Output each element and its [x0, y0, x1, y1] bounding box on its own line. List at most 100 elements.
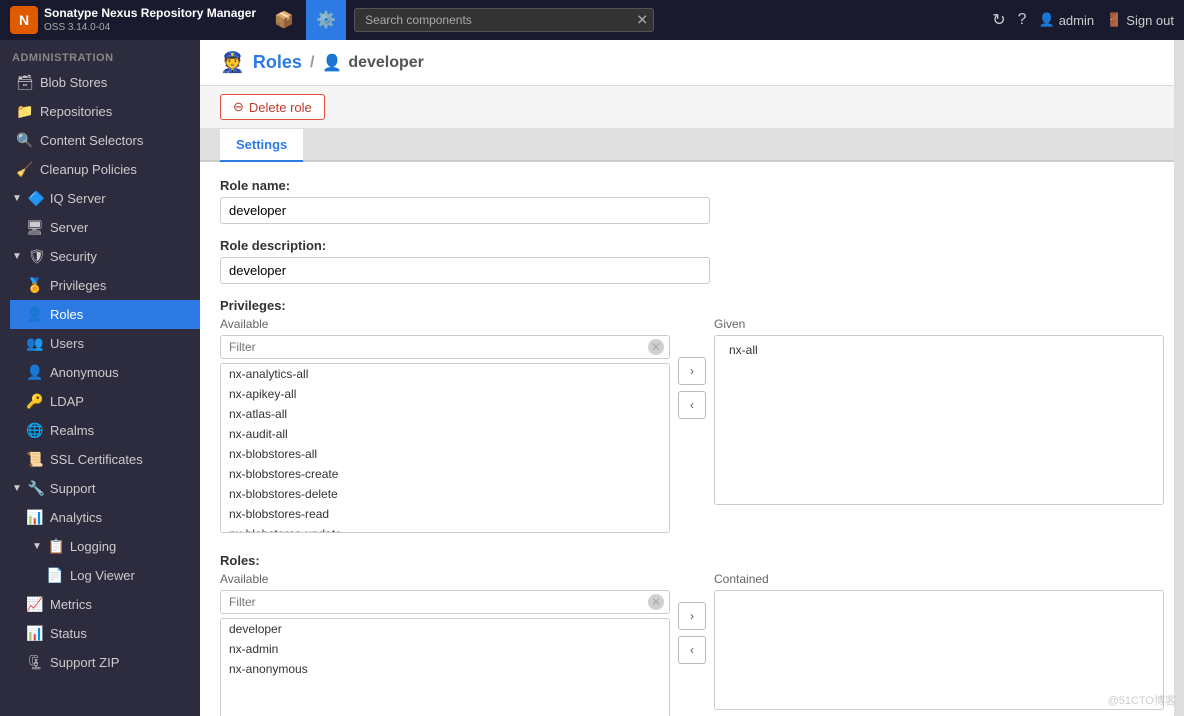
- sidebar-item-blob-stores[interactable]: 🗃 Blob Stores: [0, 68, 200, 97]
- list-item[interactable]: nx-admin: [221, 639, 669, 659]
- sidebar-group-label: Security: [50, 249, 97, 264]
- privileges-move-left-button[interactable]: ‹: [678, 391, 706, 419]
- user-menu[interactable]: 👤 admin: [1039, 12, 1095, 28]
- list-item[interactable]: nx-atlas-all: [221, 404, 669, 424]
- list-item[interactable]: nx-audit-all: [221, 424, 669, 444]
- breadcrumb-current: 👤 developer: [322, 53, 424, 73]
- sidebar-item-label: Blob Stores: [40, 75, 107, 90]
- roles-filter-clear-icon[interactable]: ✕: [648, 594, 664, 610]
- sidebar-item-label: Server: [50, 220, 88, 235]
- search-input[interactable]: [354, 8, 654, 32]
- sidebar-item-label: Log Viewer: [70, 568, 135, 583]
- roles-filter-input[interactable]: [220, 590, 670, 614]
- form-content: Role name: Role description: Privileges:…: [200, 162, 1184, 716]
- roles-contained-label: Contained: [714, 572, 1164, 586]
- sidebar-item-anonymous[interactable]: 👤 Anonymous: [10, 358, 200, 387]
- roles-section-label: Roles:: [220, 553, 1164, 568]
- list-item[interactable]: nx-analytics-all: [221, 364, 669, 384]
- role-description-group: Role description:: [220, 238, 1164, 284]
- sidebar-item-analytics[interactable]: 📊 Analytics: [10, 503, 200, 532]
- roles-move-left-button[interactable]: ‹: [678, 636, 706, 664]
- sidebar-item-log-viewer[interactable]: 📄 Log Viewer: [30, 561, 200, 590]
- sidebar-item-metrics[interactable]: 📈 Metrics: [10, 590, 200, 619]
- sidebar-item-label: Cleanup Policies: [40, 162, 137, 177]
- refresh-icon[interactable]: ↻: [992, 10, 1005, 30]
- list-item[interactable]: nx-blobstores-read: [221, 504, 669, 524]
- admin-nav-btn[interactable]: ⚙️: [306, 0, 346, 40]
- ldap-icon: 🔑: [26, 393, 42, 410]
- user-icon: 👤: [1039, 12, 1055, 28]
- help-icon[interactable]: ?: [1018, 11, 1027, 29]
- list-item[interactable]: nx-blobstores-delete: [221, 484, 669, 504]
- topbar-right: ↻ ? 👤 admin 🚪 Sign out: [992, 10, 1174, 30]
- privileges-available-box: Available ✕ nx-analytics-all nx-apikey-a…: [220, 317, 670, 533]
- sidebar-item-ldap[interactable]: 🔑 LDAP: [10, 387, 200, 416]
- sidebar-item-content-selectors[interactable]: 🔍 Content Selectors: [0, 126, 200, 155]
- sidebar-group-label: Support: [50, 481, 96, 496]
- sidebar-group-security[interactable]: ▼ 🛡 Security: [0, 242, 200, 271]
- sidebar-item-roles[interactable]: 👤 Roles: [10, 300, 200, 329]
- privileges-icon: 🏅: [26, 277, 42, 294]
- role-name-input[interactable]: [220, 197, 710, 224]
- role-name-label: Role name:: [220, 178, 1164, 193]
- browse-nav-btn[interactable]: 📦: [264, 0, 304, 40]
- app-logo: N Sonatype Nexus Repository Manager OSS …: [10, 6, 256, 35]
- sidebar-group-iq-server[interactable]: ▼ 🔷 IQ Server: [0, 184, 200, 213]
- sidebar-group-support[interactable]: ▼ 🔧 Support: [0, 474, 200, 503]
- privileges-move-right-button[interactable]: ›: [678, 357, 706, 385]
- cleanup-icon: 🧹: [16, 161, 32, 178]
- sidebar-item-label: Privileges: [50, 278, 106, 293]
- list-item[interactable]: developer: [221, 619, 669, 639]
- sidebar-item-server[interactable]: 🖥 Server: [10, 213, 200, 242]
- search-clear-icon[interactable]: ✕: [636, 12, 648, 29]
- log-viewer-icon: 📄: [46, 567, 62, 584]
- roles-available-list: developer nx-admin nx-anonymous: [220, 618, 670, 716]
- iq-server-sub: 🖥 Server: [0, 213, 200, 242]
- role-description-input[interactable]: [220, 257, 710, 284]
- watermark: @51CTO博客: [1108, 692, 1176, 708]
- roles-group: Roles: Available ✕ developer nx-admin: [220, 553, 1164, 716]
- list-item[interactable]: nx-apikey-all: [221, 384, 669, 404]
- right-scrollbar[interactable]: [1174, 40, 1184, 716]
- delete-role-label: Delete role: [249, 100, 312, 115]
- privileges-group: Privileges: Available ✕ nx-analytics-all…: [220, 298, 1164, 533]
- delete-role-button[interactable]: ⊖ Delete role: [220, 94, 325, 120]
- sidebar-item-realms[interactable]: 🌐 Realms: [10, 416, 200, 445]
- list-item[interactable]: nx-all: [721, 340, 1157, 360]
- users-icon: 👥: [26, 335, 42, 352]
- sidebar-item-privileges[interactable]: 🏅 Privileges: [10, 271, 200, 300]
- privileges-filter-clear-icon[interactable]: ✕: [648, 339, 664, 355]
- roles-move-right-button[interactable]: ›: [678, 602, 706, 630]
- tab-settings[interactable]: Settings: [220, 129, 303, 162]
- roles-available-label: Available: [220, 572, 670, 586]
- topbar: N Sonatype Nexus Repository Manager OSS …: [0, 0, 1184, 40]
- app-title: Sonatype Nexus Repository Manager OSS 3.…: [44, 6, 256, 35]
- sidebar-item-users[interactable]: 👥 Users: [10, 329, 200, 358]
- privileges-transfer-buttons: › ‹: [678, 317, 706, 419]
- list-item[interactable]: nx-blobstores-all: [221, 444, 669, 464]
- collapse-arrow-icon: ▼: [12, 251, 22, 262]
- sidebar-item-label: Users: [50, 336, 84, 351]
- sidebar-item-support-zip[interactable]: 🗜 Support ZIP: [10, 648, 200, 677]
- sidebar-item-cleanup-policies[interactable]: 🧹 Cleanup Policies: [0, 155, 200, 184]
- sidebar-item-label: Repositories: [40, 104, 112, 119]
- privileges-filter-input[interactable]: [220, 335, 670, 359]
- breadcrumb-roles-link[interactable]: Roles: [253, 52, 302, 73]
- roles-available-box: Available ✕ developer nx-admin nx-anonym…: [220, 572, 670, 716]
- sidebar-group-logging[interactable]: ▼ 📋 Logging: [10, 532, 200, 561]
- breadcrumb-current-label: developer: [348, 54, 424, 72]
- security-sub: 🏅 Privileges 👤 Roles 👥 Users 👤 Anonymous…: [0, 271, 200, 474]
- list-item[interactable]: nx-blobstores-update: [221, 524, 669, 533]
- list-item[interactable]: nx-blobstores-create: [221, 464, 669, 484]
- role-name-group: Role name:: [220, 178, 1164, 224]
- privileges-given-box: Given nx-all: [714, 317, 1164, 505]
- support-zip-icon: 🗜: [26, 654, 42, 671]
- breadcrumb: 👮 Roles / 👤 developer: [220, 50, 1164, 75]
- sidebar-item-repositories[interactable]: 📁 Repositories: [0, 97, 200, 126]
- list-item[interactable]: nx-anonymous: [221, 659, 669, 679]
- signout-btn[interactable]: 🚪 Sign out: [1106, 12, 1174, 28]
- sidebar-item-status[interactable]: 📊 Status: [10, 619, 200, 648]
- topbar-nav: 📦 ⚙️: [264, 0, 346, 40]
- sidebar-item-ssl-certificates[interactable]: 📜 SSL Certificates: [10, 445, 200, 474]
- content-scroll: 👮 Roles / 👤 developer ⊖ Delete role: [200, 40, 1184, 716]
